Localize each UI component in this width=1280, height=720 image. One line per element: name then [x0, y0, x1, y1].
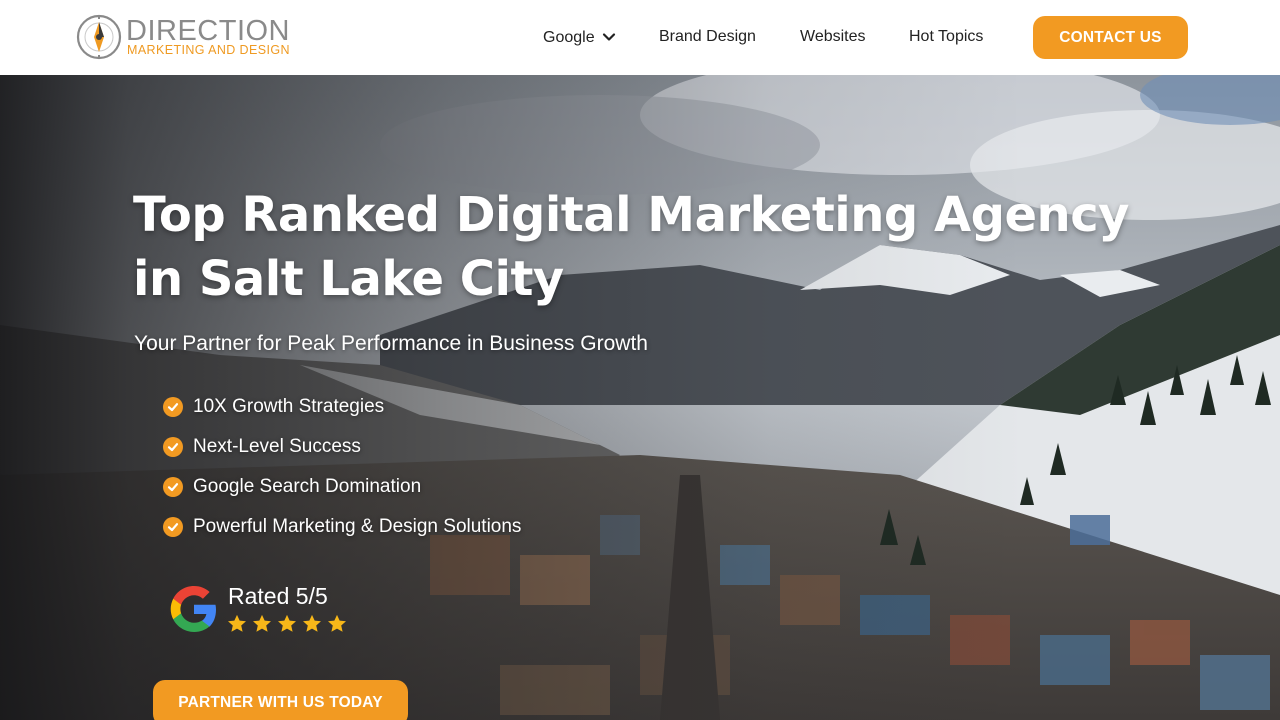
list-item: Next-Level Success: [163, 427, 521, 467]
hero-subtitle: Your Partner for Peak Performance in Bus…: [134, 332, 648, 355]
star-icon: [228, 614, 246, 632]
star-icon: [328, 614, 346, 632]
star-rating: [226, 613, 348, 635]
google-rating: Rated 5/5: [166, 581, 366, 641]
feature-text: Powerful Marketing & Design Solutions: [193, 516, 522, 537]
list-item: Google Search Domination: [163, 467, 521, 507]
hero-title-line-1: Top Ranked Digital Marketing Agency: [133, 187, 1129, 243]
feature-text: 10X Growth Strategies: [193, 396, 385, 417]
check-circle-icon: [163, 477, 183, 497]
chevron-down-icon[interactable]: [602, 30, 616, 44]
nav-item-google[interactable]: Google: [543, 28, 595, 48]
star-icon: [253, 614, 271, 632]
nav-item-hot-topics[interactable]: Hot Topics: [909, 27, 983, 47]
google-g-icon: [170, 586, 216, 632]
check-circle-icon: [163, 437, 183, 457]
rating-text: Rated 5/5: [228, 583, 328, 609]
feature-text: Next-Level Success: [193, 436, 361, 457]
list-item: Powerful Marketing & Design Solutions: [163, 507, 521, 547]
partner-with-us-button[interactable]: PARTNER WITH US TODAY: [153, 680, 408, 720]
check-circle-icon: [163, 517, 183, 537]
nav-item-websites[interactable]: Websites: [800, 27, 866, 47]
check-circle-icon: [163, 397, 183, 417]
star-icon: [303, 614, 321, 632]
list-item: 10X Growth Strategies: [163, 387, 521, 427]
feature-list: 10X Growth Strategies Next-Level Success…: [163, 387, 521, 547]
contact-us-button[interactable]: CONTACT US: [1033, 16, 1188, 59]
nav-item-brand-design[interactable]: Brand Design: [659, 27, 756, 47]
hero-title-line-2: in Salt Lake City: [133, 251, 564, 307]
star-icon: [278, 614, 296, 632]
hero-title: Top Ranked Digital Marketing Agency in S…: [133, 183, 1133, 311]
site-header: DIRECTION MARKETING AND DESIGN Google Br…: [0, 0, 1280, 75]
feature-text: Google Search Domination: [193, 476, 422, 497]
hero-section: Top Ranked Digital Marketing Agency in S…: [0, 75, 1280, 720]
